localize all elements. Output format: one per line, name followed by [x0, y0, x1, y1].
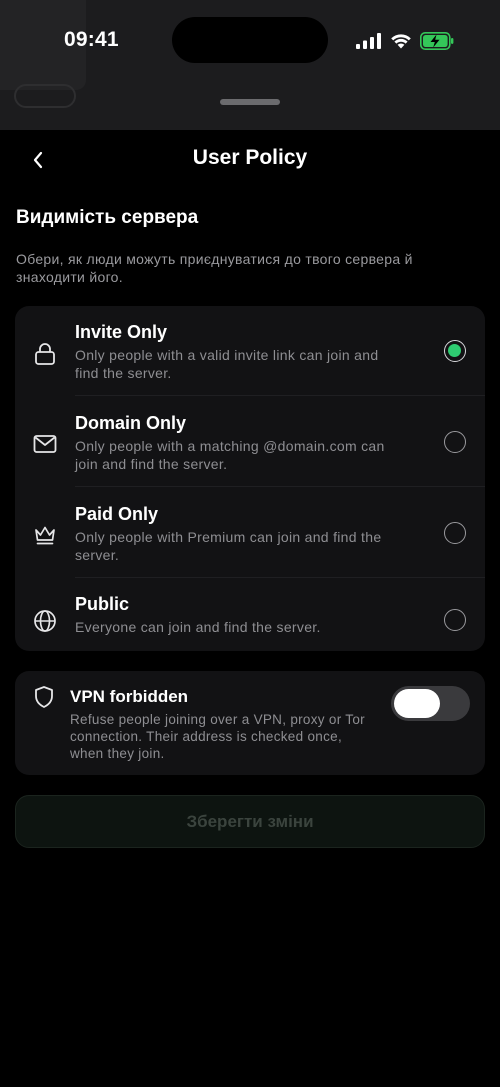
- option-public[interactable]: Public Everyone can join and find the se…: [15, 579, 485, 665]
- vpn-toggle[interactable]: [391, 686, 470, 721]
- radio-public[interactable]: [444, 609, 466, 631]
- status-time: 09:41: [64, 28, 119, 51]
- option-domain-only[interactable]: Domain Only Only people with a matching …: [15, 397, 485, 483]
- background-pill: [14, 84, 76, 108]
- vpn-title: VPN forbidden: [70, 687, 189, 706]
- divider: [75, 395, 485, 396]
- status-bar: 09:41: [0, 0, 500, 80]
- dynamic-island: [172, 17, 328, 63]
- option-label: Domain Only: [75, 413, 187, 433]
- sheet-grabber[interactable]: [220, 99, 280, 105]
- lock-icon: [32, 341, 58, 367]
- shield-icon: [33, 685, 55, 709]
- navigation-bar: User Policy: [0, 140, 500, 180]
- page-title: User Policy: [192, 146, 308, 169]
- section-title: Видимість сервера: [16, 207, 199, 228]
- cellular-signal-icon: [356, 33, 381, 49]
- globe-icon: [32, 608, 58, 634]
- crown-icon: [32, 522, 58, 548]
- save-changes-button[interactable]: Зберегти зміни: [15, 795, 485, 848]
- wifi-icon: [391, 34, 411, 49]
- radio-domain-only[interactable]: [444, 431, 466, 453]
- battery-charging-icon: [420, 32, 454, 50]
- option-description: Only people with Premium can join and fi…: [75, 529, 382, 563]
- option-description: Only people with a valid invite link can…: [75, 347, 379, 381]
- mail-icon: [32, 431, 58, 457]
- toggle-knob: [394, 689, 440, 718]
- option-paid-only[interactable]: Paid Only Only people with Premium can j…: [15, 488, 485, 574]
- vpn-card: VPN forbidden Refuse people joining over…: [15, 671, 485, 775]
- divider: [75, 577, 485, 578]
- option-invite-only[interactable]: Invite Only Only people with a valid inv…: [15, 306, 485, 392]
- visibility-options-card: Invite Only Only people with a valid inv…: [15, 306, 485, 651]
- option-label: Invite Only: [75, 322, 168, 342]
- status-icons: [356, 30, 454, 52]
- option-label: Public: [75, 594, 130, 614]
- option-description: Only people with a matching @domain.com …: [75, 438, 385, 472]
- vpn-description: Refuse people joining over a VPN, proxy …: [70, 712, 365, 761]
- radio-invite-only[interactable]: [444, 340, 466, 362]
- radio-paid-only[interactable]: [444, 522, 466, 544]
- option-label: Paid Only: [75, 504, 159, 524]
- divider: [75, 486, 485, 487]
- option-description: Everyone can join and find the server.: [75, 619, 321, 635]
- section-description: Обери, як люди можуть приєднуватися до т…: [16, 251, 413, 285]
